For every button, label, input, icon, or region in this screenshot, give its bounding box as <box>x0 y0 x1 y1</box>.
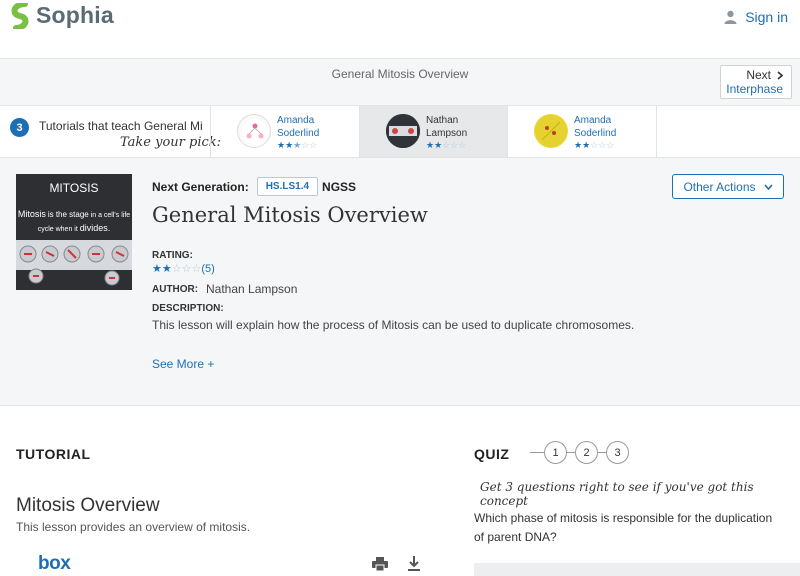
quiz-heading: QUIZ <box>474 446 510 462</box>
tutorial-thumb <box>534 114 568 148</box>
logo-text: Sophia <box>36 2 114 28</box>
rating-count: (5) <box>201 263 215 275</box>
quiz-step-3: 3 <box>606 441 629 464</box>
step-connector <box>530 452 544 453</box>
lesson-thumbnail: MITOSIS Mitosis is the stage in a cell's… <box>16 174 132 290</box>
sign-in-link[interactable]: Sign in <box>724 9 788 25</box>
author-last: Lampson <box>426 128 468 139</box>
tutorial-thumb <box>237 114 271 148</box>
cell-diagram-icon <box>242 119 268 145</box>
thumb-caption-text: cycle when it <box>37 226 78 233</box>
author-first: Amanda <box>277 115 315 126</box>
author-label: AUTHOR: <box>152 284 199 295</box>
tutorial-rating: ★★★☆☆ <box>277 140 318 150</box>
thumb-caption-word: divides. <box>79 223 111 233</box>
tutorial-author: Amanda Soderlind <box>277 114 319 140</box>
box-logo: box <box>38 553 71 574</box>
lesson-panel: MITOSIS Mitosis is the stage in a cell's… <box>0 158 800 406</box>
author-last: Soderlind <box>574 128 617 139</box>
description-label: DESCRIPTION: <box>152 303 224 314</box>
ngss-text: NGSS <box>322 179 357 194</box>
thumb-title: MITOSIS <box>49 181 99 195</box>
tutorial-author: Amanda Soderlind <box>574 114 616 140</box>
thumb-caption-text: in a cell's life <box>90 212 131 219</box>
cell-photo-icon <box>535 115 567 147</box>
tutorials-bar: 3 Tutorials that teach General Mitosis O… <box>0 105 800 158</box>
tutorial-title: Mitosis Overview <box>16 495 160 516</box>
print-icon[interactable] <box>372 557 388 571</box>
tutorials-label: Tutorials that teach General Mitosis Ove… <box>39 119 203 133</box>
tutorial-rating: ★★☆☆☆ <box>574 140 615 150</box>
user-icon <box>724 10 737 24</box>
see-more-link[interactable]: See More + <box>152 357 214 371</box>
next-label: Next <box>746 68 771 82</box>
star-icon: ★★ <box>152 263 172 275</box>
author-first: Amanda <box>574 115 612 126</box>
tutorial-heading: TUTORIAL <box>16 446 91 462</box>
sophia-logo-icon <box>11 2 29 29</box>
next-lesson-name: Interphase <box>726 82 783 96</box>
download-icon[interactable] <box>407 556 421 572</box>
tutorial-thumb <box>386 114 420 148</box>
author-first: Nathan <box>426 115 459 126</box>
tutorial-author: Nathan Lampson <box>426 114 467 140</box>
lesson-description: This lesson will explain how the process… <box>152 318 635 332</box>
thumb-caption-word: Mitosis <box>17 209 46 219</box>
lesson-title-strip: General Mitosis Overview Next Interphase <box>0 58 800 105</box>
tutorial-subtitle: This lesson provides an overview of mito… <box>16 520 251 534</box>
tutorial-card-2[interactable]: Nathan Lampson ★★☆☆☆ <box>359 106 507 157</box>
quiz-question: Which phase of mitosis is responsible fo… <box>474 511 773 544</box>
quiz-steps: 1 2 3 <box>530 441 629 464</box>
quiz-hint: Get 3 questions right to see if you've g… <box>480 480 754 508</box>
step-connector <box>567 452 575 453</box>
sign-in-label: Sign in <box>745 9 788 25</box>
quiz-step-2: 2 <box>575 441 598 464</box>
chevron-down-icon <box>763 183 773 190</box>
tutorial-card-3[interactable]: Amanda Soderlind ★★☆☆☆ <box>507 106 657 157</box>
strip-title: General Mitosis Overview <box>331 67 469 81</box>
tutorial-card-1[interactable]: Amanda Soderlind ★★★☆☆ <box>210 106 359 157</box>
star-icon: ☆☆☆ <box>171 263 202 275</box>
chevron-right-icon <box>777 70 783 80</box>
lesson-rating[interactable]: ★★☆☆☆(5) <box>152 262 215 275</box>
other-actions-button[interactable]: Other Actions <box>672 174 784 199</box>
ngss-label: Next Generation: <box>152 179 249 194</box>
author-last: Soderlind <box>277 128 320 139</box>
other-actions-label: Other Actions <box>683 179 756 194</box>
next-lesson-button[interactable]: Next Interphase <box>720 65 792 99</box>
ngss-standard-tag[interactable]: HS.LS1.4 <box>256 177 319 196</box>
ngss-row: Next Generation: HS.LS1.4 NGSS <box>152 177 356 196</box>
tutorial-count-badge: 3 <box>10 118 29 137</box>
tutorial-rating: ★★☆☆☆ <box>426 140 467 150</box>
lesson-title: General Mitosis Overview <box>152 203 428 227</box>
take-your-pick-label: Take your pick: <box>120 135 222 150</box>
mitosis-stages-illustration <box>16 240 132 286</box>
next-label-row: Next <box>721 68 783 82</box>
step-connector <box>598 452 606 453</box>
thumb-caption: Mitosis is the stage in a cell's life cy… <box>16 208 132 236</box>
mitosis-slide-icon <box>386 114 420 148</box>
top-bar: Sophia Sign in <box>0 0 800 58</box>
thumb-caption-phrase: is the stage <box>47 210 89 219</box>
sophia-logo[interactable]: Sophia <box>10 2 114 29</box>
rating-label: RATING: <box>152 250 193 261</box>
quiz-step-1: 1 <box>544 441 567 464</box>
author-name: Nathan Lampson <box>206 282 298 296</box>
quiz-answer-area <box>474 563 800 576</box>
